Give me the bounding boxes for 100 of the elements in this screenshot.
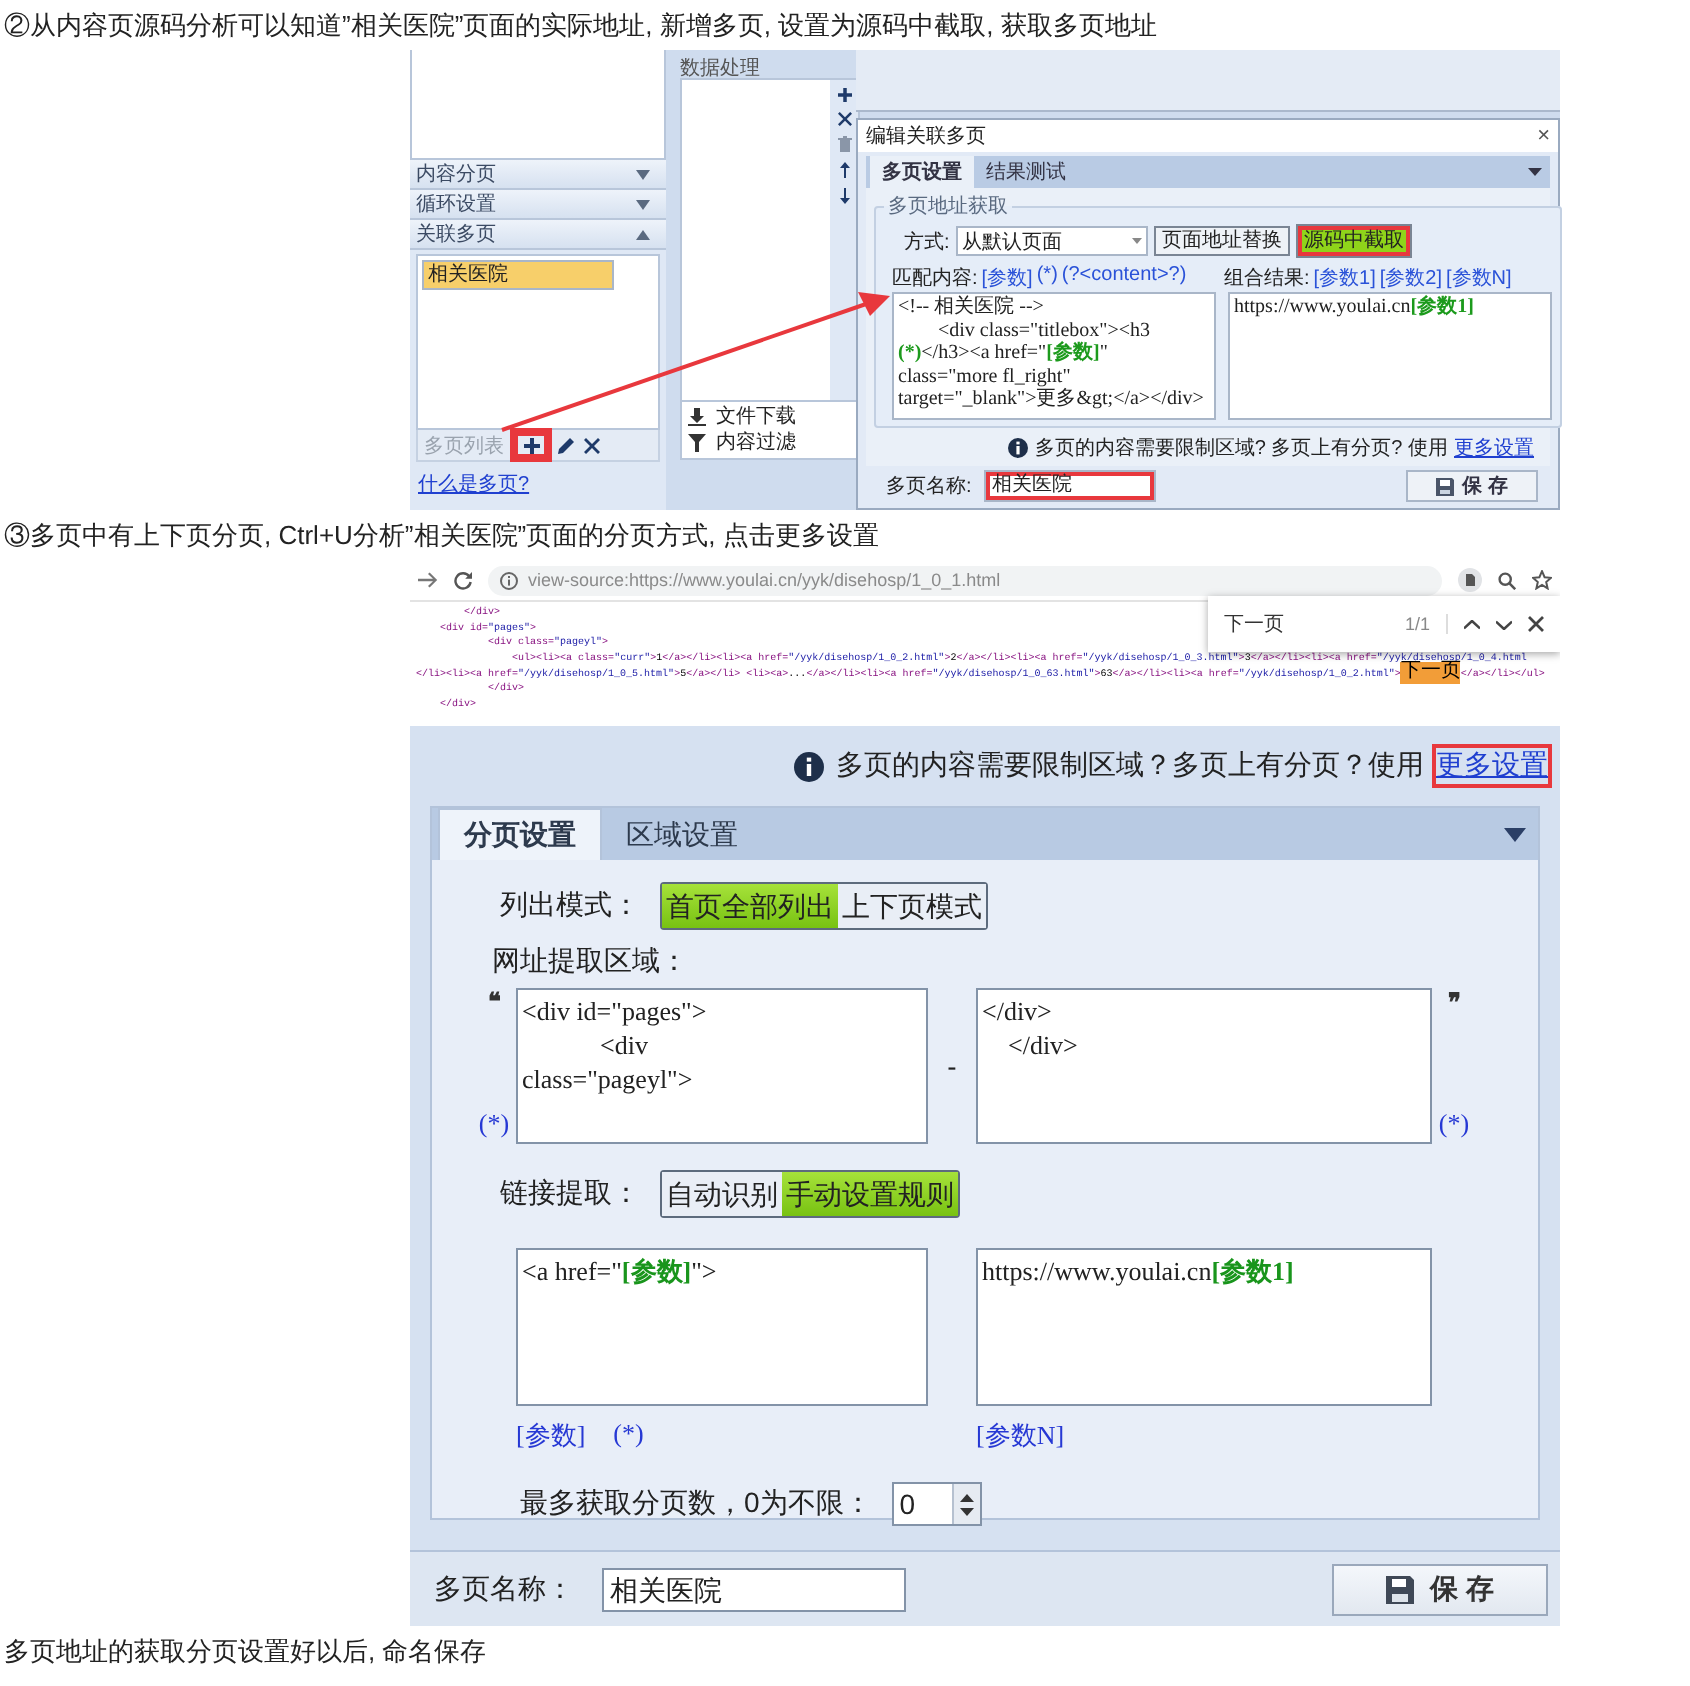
page-count-spinner[interactable]: 0 <box>891 1482 982 1526</box>
method-select[interactable]: 从默认页面 <box>955 226 1148 256</box>
action-item[interactable]: 内容过滤 <box>688 430 852 456</box>
token-link[interactable]: [参数] <box>981 264 1033 292</box>
wildcard-link[interactable]: (*) <box>478 1108 510 1140</box>
token-link[interactable]: [参数] <box>516 1418 586 1454</box>
section-header[interactable]: 循环设置 <box>410 190 666 220</box>
chevron-icon[interactable] <box>636 229 650 239</box>
add-icon[interactable] <box>837 88 851 102</box>
code-line: https://www.youlai.cn[参数1] <box>1234 296 1476 319</box>
close-button[interactable]: × <box>1537 124 1550 148</box>
save-button[interactable]: 保 存 <box>1406 470 1538 502</box>
dropdown-icon[interactable] <box>1528 168 1542 176</box>
token-link[interactable]: [参数2] <box>1379 264 1443 292</box>
toolbar-label: 多页列表 <box>424 433 504 459</box>
pencil-icon[interactable] <box>558 437 574 453</box>
code-line: <div class="titlebox"><h3 <box>936 319 1152 341</box>
delete-icon[interactable] <box>584 437 600 453</box>
save-button[interactable]: 保 存 <box>1332 1563 1548 1615</box>
code-area[interactable]: <!-- 相关医院 --> <div class="titlebox"><h3 (*)</h3><a href="[参数]" class="more fl_right" target="_blank">更多&gt;</a></div> <box>892 292 1216 420</box>
search-icon[interactable] <box>1498 571 1516 589</box>
save-icon <box>1386 1575 1415 1603</box>
star-icon[interactable] <box>1532 570 1552 590</box>
code-line: <a href="[参数]"> <box>522 1254 719 1288</box>
tab[interactable]: 多页设置 <box>870 156 974 188</box>
info-icon <box>1008 438 1029 458</box>
tab[interactable]: 区域设置 <box>602 810 762 860</box>
mode-option[interactable]: 首页全部列出 <box>662 884 838 928</box>
chevron-icon[interactable] <box>636 169 650 179</box>
token-link[interactable]: (?<content>?) <box>1061 264 1187 292</box>
field-label: 组合结果: <box>1224 265 1310 292</box>
dropdown-icon[interactable] <box>1504 827 1526 841</box>
plus-icon <box>523 437 539 453</box>
field-label: 网址提取区域： <box>492 944 688 976</box>
help-link[interactable]: 什么是多页? <box>418 470 530 498</box>
field-label: 多页名称： <box>434 1571 574 1607</box>
token-link[interactable]: (*) <box>613 1418 644 1454</box>
page-icon[interactable] <box>1458 568 1482 592</box>
section-header[interactable]: 关联多页 <box>410 220 666 250</box>
code-area[interactable]: <div id="pages"> <div class="pageyl"> <box>516 988 928 1144</box>
method-button[interactable]: 页面地址替换 <box>1153 226 1290 256</box>
separator-text: - <box>947 1050 957 1082</box>
field-label: 方式: <box>904 229 950 255</box>
delete-icon[interactable] <box>837 112 851 126</box>
group-title: 多页地址获取 <box>886 193 1010 220</box>
match-count: 1/1 <box>1404 614 1448 634</box>
info-text: 多页的内容需要限制区域? 多页上有分页? 使用 <box>1034 435 1448 462</box>
save-icon <box>1436 477 1455 495</box>
code-line: <!-- 相关医院 --> <box>898 296 1046 319</box>
more-settings-link[interactable]: 更多设置 <box>1436 748 1548 784</box>
down-icon[interactable] <box>959 1507 974 1515</box>
mode-option[interactable]: 上下页模式 <box>838 884 986 928</box>
caption-text: ②从内容页源码分析可以知道”相关医院”页面的实际地址, 新增多页, 设置为源码中截取, 获取多页地址 <box>4 10 1157 40</box>
method-button[interactable]: 源码中截取 <box>1295 224 1412 258</box>
token-link[interactable]: [参数1] <box>1313 264 1376 292</box>
close-icon[interactable] <box>1528 616 1544 632</box>
chevron-icon[interactable] <box>636 199 650 209</box>
info-icon <box>500 571 518 589</box>
filter-icon <box>688 434 706 452</box>
previous-icon[interactable] <box>1464 619 1480 629</box>
name-field[interactable]: 相关医院 <box>602 1567 906 1611</box>
name-field[interactable]: 相关医院 <box>983 470 1156 502</box>
caption-text: 多页地址的获取分页设置好以后, 命名保存 <box>4 1636 487 1666</box>
code-area[interactable]: </div> </div> <box>976 988 1432 1144</box>
caret-icon <box>1131 238 1142 244</box>
info-icon <box>794 751 824 781</box>
next-icon[interactable] <box>1496 619 1512 629</box>
section-header[interactable]: 内容分页 <box>410 160 666 190</box>
token-link[interactable]: (*) <box>1036 264 1058 292</box>
field-label: 列出模式： <box>500 888 640 924</box>
quote-mark: ❝ <box>488 988 500 1016</box>
list-item[interactable]: 相关医院 <box>422 260 614 290</box>
code-area[interactable]: https://www.youlai.cn[参数1] <box>976 1248 1432 1406</box>
find-field[interactable]: 下一页 <box>1224 610 1389 638</box>
code-line: </div> <box>1006 1028 1080 1062</box>
code-area[interactable]: https://www.youlai.cn[参数1] <box>1228 292 1552 420</box>
more-settings-link[interactable]: 更多设置 <box>1454 434 1534 462</box>
download-icon <box>688 408 706 426</box>
add-button[interactable] <box>514 432 548 458</box>
panel-title: 数据处理 <box>680 55 762 78</box>
code-line: target="_blank">更多&gt;</a></div> <box>898 388 1206 411</box>
wildcard-link[interactable]: (*) <box>1438 1108 1470 1140</box>
code-line: class="pageyl"> <box>522 1062 695 1096</box>
token-link[interactable]: [参数N] <box>1446 264 1512 292</box>
tab[interactable]: 分页设置 <box>438 808 602 860</box>
tab[interactable]: 结果测试 <box>974 156 1078 188</box>
action-item[interactable]: 文件下载 <box>688 404 852 430</box>
down-arrow-icon[interactable] <box>839 188 849 204</box>
reload-icon[interactable] <box>454 571 472 589</box>
up-arrow-icon[interactable] <box>839 162 849 178</box>
dialog-title: 编辑关联多页 <box>866 123 986 150</box>
token-link[interactable]: [参数N] <box>976 1418 1065 1454</box>
code-area[interactable]: <a href="[参数]"> <box>516 1248 928 1406</box>
up-icon[interactable] <box>959 1493 974 1501</box>
quote-mark: ❞ <box>1448 988 1460 1016</box>
code-line: class="more fl_right" <box>898 365 1073 388</box>
mode-option[interactable]: 手动设置规则 <box>782 1172 958 1216</box>
mode-option[interactable]: 自动识别 <box>662 1172 782 1216</box>
field-label: 最多获取分页数，0为不限： <box>520 1486 872 1522</box>
forward-icon[interactable] <box>418 572 438 588</box>
